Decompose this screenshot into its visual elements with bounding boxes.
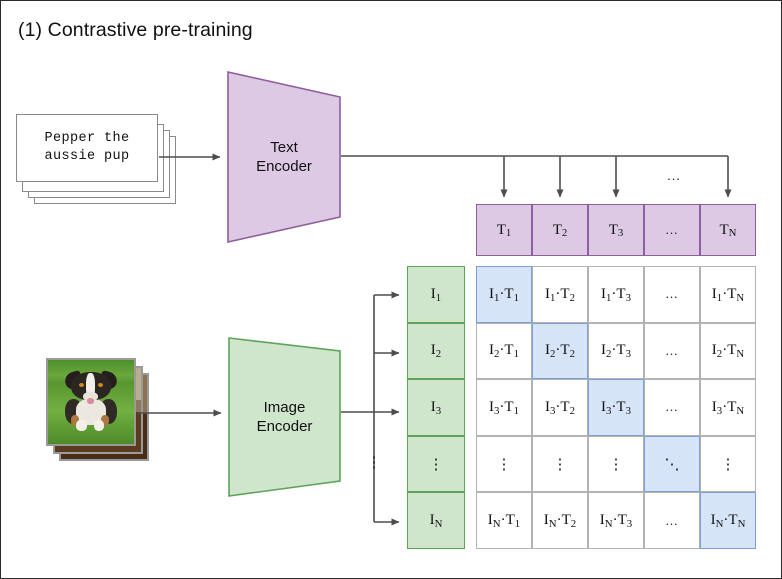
- matrix-cell-r1-c2[interactable]: I 1 ·T 2: [532, 266, 588, 323]
- matrix-cell-r5-c5[interactable]: I N ·T N: [700, 492, 756, 549]
- matrix-cell-r2-c4[interactable]: ...: [644, 322, 700, 380]
- photo-card-front: [46, 358, 136, 446]
- image-encoder-block[interactable]: Image Encoder: [228, 337, 341, 497]
- matrix-cell-r5-c3[interactable]: I N ·T 3: [588, 492, 644, 549]
- image-embedding-cell-1[interactable]: I1: [407, 266, 465, 323]
- text-embedding-cell-N[interactable]: TN: [700, 204, 756, 256]
- image-embedding-cell-ellipsis[interactable]: ⋮: [407, 435, 465, 493]
- diagram-canvas: (1) Contrastive pre-training Pepper the …: [0, 0, 782, 579]
- matrix-cell-r1-c1[interactable]: I 1 ·T 1: [476, 266, 532, 323]
- text-encoder-label: Text Encoder: [256, 139, 312, 175]
- caption-card-front: Pepper the aussie pup: [16, 114, 158, 182]
- image-embedding-cell-N[interactable]: IN: [407, 492, 465, 549]
- matrix-cell-r4-c5[interactable]: ⋮: [700, 435, 756, 493]
- text-embedding-cell-2[interactable]: T2: [532, 204, 588, 256]
- matrix-cell-r1-c5[interactable]: I 1 ·T N: [700, 266, 756, 323]
- image-embedding-cell-3[interactable]: I3: [407, 379, 465, 436]
- image-bus-ellipsis: ⋮: [366, 454, 382, 471]
- matrix-cell-r3-c5[interactable]: I 3 ·T N: [700, 379, 756, 436]
- matrix-cell-r3-c2[interactable]: I 3 ·T 2: [532, 379, 588, 436]
- matrix-cell-r4-c2[interactable]: ⋮: [532, 435, 588, 493]
- matrix-cell-r4-c1[interactable]: ⋮: [476, 435, 532, 493]
- matrix-cell-r2-c2[interactable]: I 2 ·T 2: [532, 322, 588, 380]
- text-embedding-cell-ellipsis[interactable]: ...: [644, 204, 700, 256]
- matrix-cell-r5-c1[interactable]: I N ·T 1: [476, 492, 532, 549]
- text-embedding-cell-3[interactable]: T3: [588, 204, 644, 256]
- caption-line-1: Pepper the: [44, 131, 130, 146]
- matrix-cell-r3-c3[interactable]: I 3 ·T 3: [588, 379, 644, 436]
- image-embedding-cell-2[interactable]: I2: [407, 322, 465, 380]
- matrix-cell-r3-c4[interactable]: ...: [644, 379, 700, 436]
- text-encoder-block[interactable]: Text Encoder: [227, 71, 341, 243]
- matrix-cell-r2-c1[interactable]: I 2 ·T 1: [476, 322, 532, 380]
- matrix-cell-r1-c4[interactable]: ...: [644, 266, 700, 323]
- text-embedding-cell-1[interactable]: T1: [476, 204, 532, 256]
- image-encoder-label: Image Encoder: [256, 399, 313, 435]
- matrix-cell-r1-c3[interactable]: I 1 ·T 3: [588, 266, 644, 323]
- matrix-cell-r5-c4[interactable]: ...: [644, 492, 700, 549]
- caption-line-2: aussie pup: [44, 149, 130, 164]
- matrix-cell-r4-c3[interactable]: ⋮: [588, 435, 644, 493]
- matrix-cell-r2-c5[interactable]: I 2 ·T N: [700, 322, 756, 380]
- matrix-cell-r2-c3[interactable]: I 2 ·T 3: [588, 322, 644, 380]
- matrix-cell-r4-c4[interactable]: ⋱: [644, 435, 700, 493]
- matrix-cell-r5-c2[interactable]: I N ·T 2: [532, 492, 588, 549]
- matrix-cell-r3-c1[interactable]: I 3 ·T 1: [476, 379, 532, 436]
- page-title: (1) Contrastive pre-training: [18, 19, 253, 41]
- text-bus-ellipsis: ...: [667, 167, 681, 183]
